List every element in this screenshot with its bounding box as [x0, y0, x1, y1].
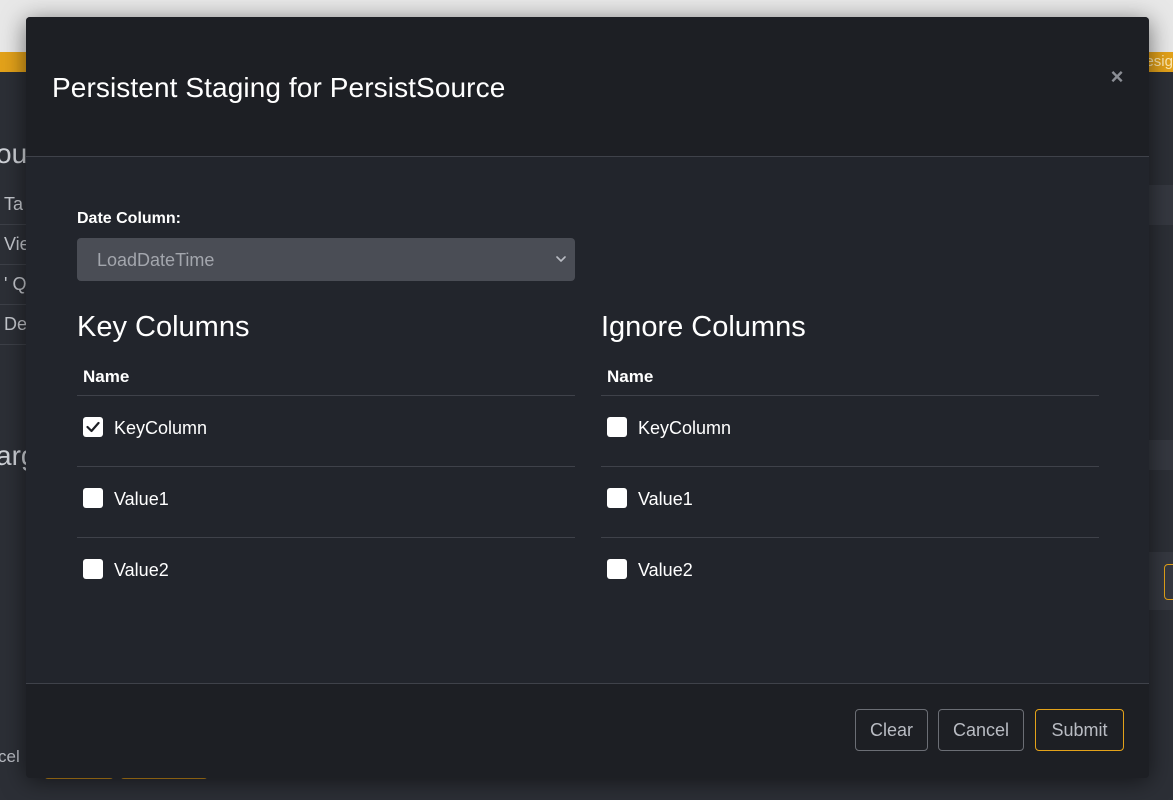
clear-button[interactable]: Clear [855, 709, 928, 751]
app-section-heading: ou [0, 138, 28, 169]
row-label: Value2 [114, 560, 169, 580]
row-label: Value2 [638, 560, 693, 580]
key-column-row-value2: Value2 [77, 538, 575, 608]
chevron-down-icon [556, 256, 566, 262]
key-column-row-value1: Value1 [77, 467, 575, 538]
key-column-checkbox-value2[interactable] [83, 559, 103, 579]
key-column-checkbox-keycolumn[interactable] [83, 417, 103, 437]
app-list-item: Vie [0, 226, 26, 265]
ignore-column-checkbox-value2[interactable] [607, 559, 627, 579]
key-columns-table: Name KeyColumn Value1 Value2 [77, 362, 575, 608]
ignore-columns-table: Name KeyColumn Value1 Value2 [601, 362, 1099, 608]
app-list-item: Ta [0, 186, 26, 225]
check-icon [86, 421, 100, 433]
close-icon[interactable]: × [1106, 65, 1128, 89]
key-columns-header: Name [77, 362, 575, 396]
app-list-item: De [0, 306, 26, 345]
submit-button[interactable]: Submit [1035, 709, 1124, 751]
ignore-columns-header: Name [601, 362, 1099, 396]
ignore-columns-title: Ignore Columns [601, 311, 806, 343]
key-columns-title: Key Columns [77, 311, 250, 343]
ignore-column-row-keycolumn: KeyColumn [601, 396, 1099, 467]
dialog-title: Persistent Staging for PersistSource [52, 72, 506, 103]
ignore-column-checkbox-keycolumn[interactable] [607, 417, 627, 437]
dialog-footer: Clear Cancel Submit [26, 683, 1149, 778]
key-column-checkbox-value1[interactable] [83, 488, 103, 508]
row-label: Value1 [638, 489, 693, 509]
cancel-button[interactable]: Cancel [938, 709, 1024, 751]
ignore-column-row-value1: Value1 [601, 467, 1099, 538]
dialog-header: Persistent Staging for PersistSource × [26, 17, 1149, 157]
ignore-column-checkbox-value1[interactable] [607, 488, 627, 508]
ignore-column-row-value2: Value2 [601, 538, 1099, 608]
date-column-label: Date Column: [77, 210, 181, 227]
app-background-button [1164, 564, 1173, 600]
row-label: KeyColumn [638, 418, 732, 438]
name-column-header: Name [83, 367, 130, 386]
app-table-band [1149, 185, 1173, 225]
app-bottom-text: cel [0, 747, 20, 766]
row-label: KeyColumn [114, 418, 208, 438]
key-column-row-keycolumn: KeyColumn [77, 396, 575, 467]
app-table-band [1149, 440, 1173, 470]
app-toolbar-text: esig [1145, 53, 1173, 70]
date-column-selected-value: LoadDateTime [97, 250, 215, 270]
name-column-header: Name [607, 367, 654, 386]
date-column-select[interactable]: LoadDateTime [77, 238, 575, 281]
persistent-staging-dialog: Persistent Staging for PersistSource × D… [26, 17, 1149, 778]
row-label: Value1 [114, 489, 169, 509]
app-list-item: ' Qu [0, 266, 26, 305]
